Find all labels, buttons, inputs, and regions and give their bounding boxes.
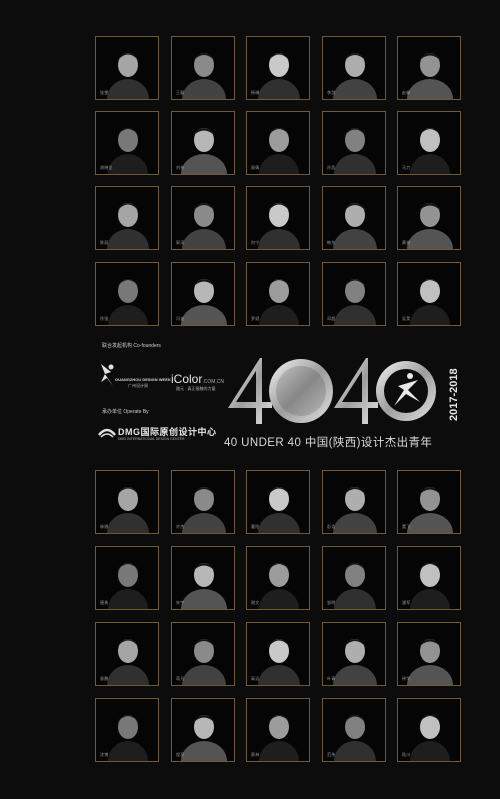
portrait-name: 彭浩 xyxy=(327,524,336,529)
cofounders-label: 联合发起机构 Co-founders xyxy=(102,343,161,349)
portrait-name: 王磊 xyxy=(176,90,185,95)
portrait-tile: 张雯 xyxy=(95,36,159,100)
portrait-tile: 宋宇 xyxy=(171,546,235,610)
dmg-name-en: DMG INTERNATIONAL DESIGN CENTER xyxy=(118,437,185,441)
portrait-tile: 袁鹏 xyxy=(95,622,159,686)
portrait-name: 韩东 xyxy=(327,240,336,245)
portrait-tile: 邹明 xyxy=(322,546,386,610)
portrait-name: 刘伟 xyxy=(176,165,185,170)
portrait-tile: 钟华 xyxy=(397,622,461,686)
operate-label: 承办单位 Operate By xyxy=(102,409,149,415)
guangzhou-design-week-text: GUANGZHOU DESIGN WEEK xyxy=(115,377,171,382)
title-4040-graphic xyxy=(228,358,436,424)
portrait-name: 林娜 xyxy=(100,524,109,529)
portrait-tile: 高远 xyxy=(246,622,310,686)
portrait-name: 李剑 xyxy=(327,90,336,95)
portrait-tile: 王磊 xyxy=(171,36,235,100)
portrait-name: 谢文 xyxy=(251,600,260,605)
guangzhou-design-week-cn: 广州设计周 xyxy=(128,383,148,388)
portrait-name: 蒋凡 xyxy=(176,676,185,681)
portrait-tile: 韩东 xyxy=(322,186,386,250)
portrait-tile: 马力 xyxy=(397,111,461,175)
portrait-tile: 徐强 xyxy=(95,262,159,326)
year-label: 2017-2018 xyxy=(448,368,460,421)
portrait-name: 罗斌 xyxy=(251,316,260,321)
portrait-name: 叶青 xyxy=(327,676,336,681)
portrait-name: 蔡林 xyxy=(251,752,260,757)
portrait-name: 许杰 xyxy=(176,524,185,529)
portrait-name: 陆川 xyxy=(402,752,411,757)
portrait-name: 陈丽 xyxy=(100,240,109,245)
icolor-brand: iColor xyxy=(171,372,203,386)
portrait-name: 郭涛 xyxy=(176,240,185,245)
portrait-tile: 罗斌 xyxy=(246,262,310,326)
portrait-name: 邓超 xyxy=(327,316,336,321)
portrait-name: 袁鹏 xyxy=(100,676,109,681)
portrait-tile: 孙凯 xyxy=(322,111,386,175)
portrait-tile: 范伟 xyxy=(322,698,386,762)
portrait-name: 董飞 xyxy=(402,524,411,529)
portrait-name: 范伟 xyxy=(327,752,336,757)
portrait-tile: 蔡林 xyxy=(246,698,310,762)
portrait-name: 吴昊 xyxy=(402,316,411,321)
portrait-name: 宋宇 xyxy=(176,600,185,605)
portrait-tile: 邓超 xyxy=(322,262,386,326)
portrait-name: 赵峰 xyxy=(402,90,411,95)
portrait-name: 冯波 xyxy=(176,316,185,321)
icolor-tagline: 路元 · 真正接触的力量 xyxy=(176,386,216,391)
portrait-tile: 程亮 xyxy=(171,698,235,762)
portrait-tile: 曹阳 xyxy=(246,470,310,534)
portrait-tile: 唐勇 xyxy=(95,546,159,610)
portrait-name: 潘军 xyxy=(402,600,411,605)
portrait-tile: 刘伟 xyxy=(171,111,235,175)
portrait-name: 张雯 xyxy=(100,90,109,95)
portrait-tile: 彭浩 xyxy=(322,470,386,534)
portrait-tile: 周倩 xyxy=(246,111,310,175)
portrait-name: 胡晓龙 xyxy=(100,165,113,170)
subtitle: 40 UNDER 40 中国(陕西)设计杰出青年 xyxy=(224,437,433,449)
portrait-name: 高远 xyxy=(251,676,260,681)
portrait-name: 钟华 xyxy=(402,676,411,681)
portrait-tile: 赵峰 xyxy=(397,36,461,100)
icolor-domain: .COM.CN xyxy=(202,379,225,385)
portrait-tile: 谢文 xyxy=(246,546,310,610)
icolor-logo: iColor.COM.CN xyxy=(171,372,224,386)
portrait-name: 孙凯 xyxy=(327,165,336,170)
portrait-name: 曹阳 xyxy=(251,524,260,529)
portrait-name: 黄俊 xyxy=(402,240,411,245)
portrait-tile: 陈丽 xyxy=(95,186,159,250)
portrait-name: 沈博 xyxy=(100,752,109,757)
portrait-tile: 许杰 xyxy=(171,470,235,534)
portrait-name: 程亮 xyxy=(176,752,185,757)
portrait-name: 徐强 xyxy=(100,316,109,321)
portrait-tile: 董飞 xyxy=(397,470,461,534)
year-text: 2017-2018 xyxy=(448,368,460,421)
portrait-name: 邹明 xyxy=(327,600,336,605)
portrait-name: 唐勇 xyxy=(100,600,109,605)
portrait-tile: 蒋凡 xyxy=(171,622,235,686)
portrait-tile: 沈博 xyxy=(95,698,159,762)
portrait-tile: 杨琳 xyxy=(246,36,310,100)
portrait-tile: 胡晓龙 xyxy=(95,111,159,175)
portrait-tile: 郭涛 xyxy=(171,186,235,250)
portrait-tile: 吴昊 xyxy=(397,262,461,326)
portrait-tile: 叶青 xyxy=(322,622,386,686)
portrait-tile: 黄俊 xyxy=(397,186,461,250)
poster: 张雯 王磊 杨琳 李剑 赵峰胡晓龙 刘伟 周倩 孙凯 马力陈丽 郭涛 何宁 韩东 黄俊徐强 冯波 罗斌 邓超 吴… xyxy=(0,0,500,799)
portrait-name: 马力 xyxy=(402,165,411,170)
portrait-tile: 冯波 xyxy=(171,262,235,326)
portrait-tile: 陆川 xyxy=(397,698,461,762)
portrait-tile: 何宁 xyxy=(246,186,310,250)
portrait-name: 周倩 xyxy=(251,165,260,170)
portrait-name: 何宁 xyxy=(251,240,260,245)
portrait-tile: 潘军 xyxy=(397,546,461,610)
portrait-tile: 林娜 xyxy=(95,470,159,534)
portrait-name: 杨琳 xyxy=(251,90,260,95)
portrait-tile: 李剑 xyxy=(322,36,386,100)
